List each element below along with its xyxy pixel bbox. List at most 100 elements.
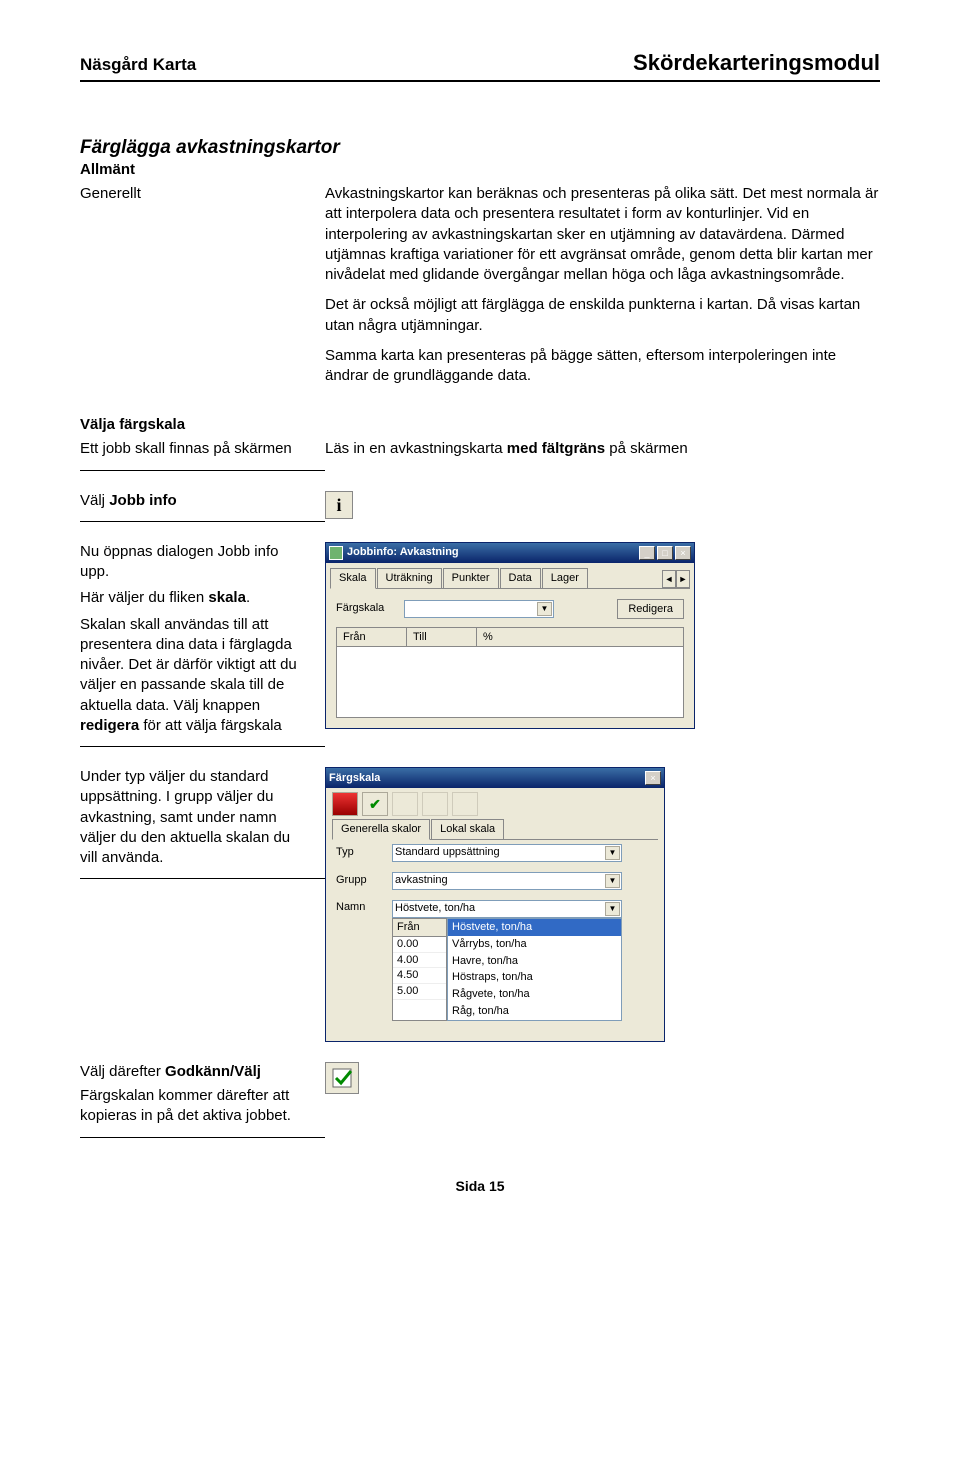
tab-bar: Skala Uträkning Punkter Data Lager ◄ ► [330,567,690,589]
list-item[interactable]: Havre, ton/ha [448,953,621,970]
list-item[interactable]: Rågvete, ton/ha [448,986,621,1003]
tab-bar: Generella skalor Lokal skala [332,818,658,840]
minimize-button[interactable]: _ [639,546,655,560]
text: Välj därefter [80,1063,165,1080]
field-label: Färgskala [336,601,404,616]
field-label: Typ [336,845,392,860]
section-title: Färglägga avkastningskartor [80,137,880,159]
maximize-button[interactable]: □ [657,546,673,560]
row-body: Färgskala × Generella skalor Lokal skala [325,767,880,1042]
col-percent: % [477,628,683,647]
row-label: Generellt [80,184,325,204]
text-bold: Godkänn/Välj [165,1063,261,1080]
toolbar-check-icon[interactable] [362,792,388,816]
tab-scroll-left[interactable]: ◄ [662,570,676,588]
from-grid: Från 0.00 4.00 4.50 5.00 [392,918,447,1021]
namn-listbox[interactable]: Höstvete, ton/ha Vårrybs, ton/ha Havre, … [447,918,622,1021]
tab-skala[interactable]: Skala [330,568,376,589]
toolbar-btn[interactable] [422,792,448,816]
toolbar-btn[interactable] [392,792,418,816]
section-subhead: Välja färgskala [80,416,880,433]
close-button[interactable]: × [675,546,691,560]
chevron-down-icon: ▼ [605,874,620,888]
section-fargskala: Färglägga avkastningskartor Allmänt Gene… [80,137,880,396]
paragraph: Färgskalan kommer därefter att kopieras … [80,1086,307,1127]
grid-cell: 5.00 [393,984,446,1000]
text-bold: med fältgräns [507,440,605,457]
grid-cell: 4.00 [393,953,446,969]
col-fran: Från [393,919,446,937]
grupp-select[interactable]: avkastning ▼ [392,872,622,890]
list-item[interactable]: Höstraps, ton/ha [448,969,621,986]
window-title: Jobbinfo: Avkastning [347,545,639,560]
field-label: Namn [336,900,392,915]
tab-utrakning[interactable]: Uträkning [377,568,442,588]
jobbinfo-dialog: Jobbinfo: Avkastning _ □ × Skala Uträkni… [325,542,695,730]
grid-cell: 0.00 [393,937,446,953]
tab-generella[interactable]: Generella skalor [332,819,430,840]
tab-lager[interactable]: Lager [542,568,588,588]
page-header: Näsgård Karta Skördekarteringsmodul [80,50,880,82]
col-fran: Från [337,628,407,647]
info-icon[interactable]: i [325,491,353,519]
text: på skärmen [605,440,688,457]
text-bold: Jobb info [109,492,177,509]
titlebar: Jobbinfo: Avkastning _ □ × [326,543,694,563]
app-icon [329,546,343,560]
chevron-down-icon: ▼ [605,846,620,860]
select-value: avkastning [395,873,448,888]
titlebar: Färgskala × [326,768,664,788]
window-title: Färgskala [329,771,645,786]
paragraph: Det är också möjligt att färglägga de en… [325,295,880,336]
text-bold: redigera [80,717,139,734]
chevron-down-icon: ▼ [537,602,552,616]
tab-punkter[interactable]: Punkter [443,568,499,588]
row-body: Jobbinfo: Avkastning _ □ × Skala Uträkni… [325,542,880,730]
tab-data[interactable]: Data [500,568,541,588]
text: . [246,589,250,606]
row-label: Välj därefter Godkänn/Välj Färgskalan ko… [80,1062,325,1138]
check-icon [331,1066,355,1090]
paragraph: Här väljer du fliken skala. [80,588,307,608]
row-label: Välj Jobb info [80,491,325,522]
col-till: Till [407,628,477,647]
row-body [325,1062,880,1100]
redigera-button[interactable]: Redigera [617,599,684,619]
toolbar-btn[interactable] [452,792,478,816]
list-item[interactable]: Höstvete, ton/ha [448,919,621,936]
godkann-button[interactable] [325,1062,359,1094]
row-label: Ett jobb skall finnas på skärmen [80,439,325,470]
paragraph: Välj därefter Godkänn/Välj [80,1062,307,1082]
text: Läs in en avkastningskarta [325,440,507,457]
paragraph: Nu öppnas dialogen Jobb info upp. [80,542,307,583]
row-label: Nu öppnas dialogen Jobb info upp. Här vä… [80,542,325,747]
page-footer: Sida 15 [80,1178,880,1194]
grid-body [337,647,683,717]
text: för att välja färgskala [139,717,282,734]
toolbar [326,788,664,818]
row-body: i [325,491,880,519]
tab-lokal[interactable]: Lokal skala [431,819,504,839]
text: Skalan skall användas till att presenter… [80,616,297,714]
paragraph: Avkastningskartor kan beräknas och prese… [325,184,880,285]
fargskala-select[interactable]: ▼ [404,600,554,618]
select-value: Höstvete, ton/ha [395,901,475,916]
text-bold: skala [208,589,246,606]
tab-scroll-right[interactable]: ► [676,570,690,588]
text: Här väljer du fliken [80,589,208,606]
grid-cell: 4.50 [393,968,446,984]
scale-grid: Från Till % [336,627,684,719]
typ-select[interactable]: Standard uppsättning ▼ [392,844,622,862]
list-item[interactable]: Vårrybs, ton/ha [448,936,621,953]
close-button[interactable]: × [645,771,661,785]
list-item[interactable]: Råg, ton/ha [448,1003,621,1020]
row-body: Avkastningskartor kan beräknas och prese… [325,184,880,396]
text: Välj [80,492,109,509]
chevron-down-icon: ▼ [605,902,620,916]
header-left: Näsgård Karta [80,55,196,75]
field-label: Grupp [336,873,392,888]
header-right: Skördekarteringsmodul [633,50,880,76]
toolbar-flag-red-icon[interactable] [332,792,358,816]
select-value: Standard uppsättning [395,845,500,860]
namn-select[interactable]: Höstvete, ton/ha ▼ [392,900,622,918]
